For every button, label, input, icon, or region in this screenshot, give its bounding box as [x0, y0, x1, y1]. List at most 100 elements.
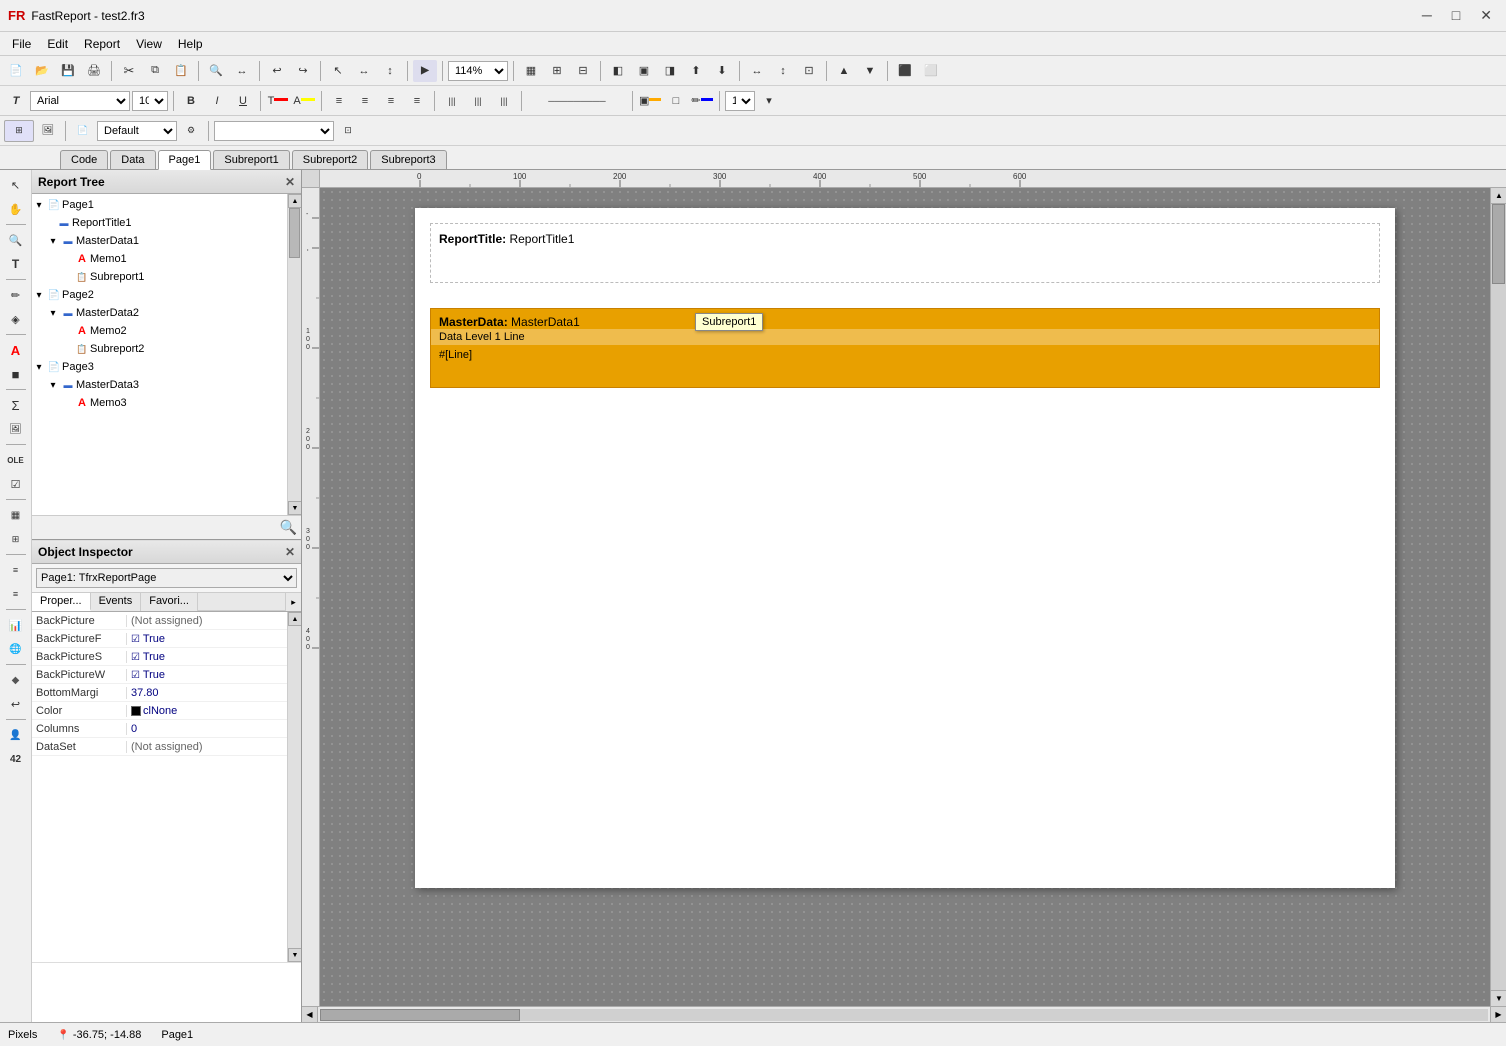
tree-item-page2[interactable]: ▾ 📄 Page2 — [32, 286, 301, 304]
oi-tab-favorites[interactable]: Favori... — [141, 593, 198, 611]
align-grid-btn[interactable]: ⊟ — [571, 60, 595, 82]
line-spacing2[interactable]: ||| — [466, 90, 490, 112]
checkbox-backpictures[interactable]: ☑ — [131, 652, 140, 663]
tree-scroll-thumb[interactable] — [289, 208, 300, 258]
tree-scroll-down[interactable]: ▼ — [288, 501, 301, 515]
zoom-tool[interactable]: 🔍 — [4, 229, 28, 251]
more-font-options[interactable]: ───────── — [527, 90, 627, 112]
new-button[interactable]: 📄 — [4, 60, 28, 82]
checkbox-backpicturef[interactable]: ☑ — [131, 634, 140, 645]
report-tree-close[interactable]: ✕ — [285, 175, 295, 189]
hand-tool[interactable]: ✋ — [4, 198, 28, 220]
fill-color-button[interactable]: ▣ — [638, 90, 662, 112]
grid-btn[interactable]: ▦ — [519, 60, 543, 82]
select-tool[interactable]: ↖ — [4, 174, 28, 196]
menu-view[interactable]: View — [128, 35, 170, 53]
tree-item-masterdata1[interactable]: ▾ ▬ MasterData1 — [32, 232, 301, 250]
paste-button[interactable]: 📋 — [169, 60, 193, 82]
size-btn[interactable]: ↕ — [378, 60, 402, 82]
bring-front-btn[interactable]: ▲ — [832, 60, 856, 82]
copy-button[interactable]: ⧉ — [143, 60, 167, 82]
tab-data[interactable]: Data — [110, 150, 155, 169]
print-button[interactable]: 🖨 — [82, 60, 106, 82]
fill-tool[interactable]: ◈ — [4, 308, 28, 330]
hash-tool[interactable]: 42 — [4, 748, 28, 770]
ungroup-btn[interactable]: ⬜ — [919, 60, 943, 82]
master-data-band[interactable]: MasterData: MasterData1 Data Level 1 Lin… — [430, 308, 1380, 388]
tab-code[interactable]: Code — [60, 150, 108, 169]
align-center-text[interactable]: ≡ — [353, 90, 377, 112]
align-right-btn[interactable]: ◨ — [658, 60, 682, 82]
line-spacing3[interactable]: ||| — [492, 90, 516, 112]
draw-tool[interactable]: ✏ — [4, 284, 28, 306]
data-mode-btn[interactable]: ⊞ — [4, 120, 34, 142]
globe-tool[interactable]: 🌐 — [4, 638, 28, 660]
align-center-btn[interactable]: ▣ — [632, 60, 656, 82]
title-bar-controls[interactable]: ─ □ ✕ — [1416, 5, 1498, 26]
canvas-vscroll-track[interactable] — [1491, 204, 1506, 990]
line-spacing1[interactable]: ||| — [440, 90, 464, 112]
tree-toggle-page3[interactable]: ▾ — [32, 362, 46, 373]
size-same-btn[interactable]: ⊡ — [797, 60, 821, 82]
menu-help[interactable]: Help — [170, 35, 211, 53]
tree-toggle-page1[interactable]: ▾ — [32, 200, 46, 211]
text-a-tool[interactable]: A — [4, 339, 28, 361]
align-justify-text[interactable]: ≡ — [405, 90, 429, 112]
group-btn[interactable]: ⬛ — [893, 60, 917, 82]
oi-tab-properties[interactable]: Proper... — [32, 593, 91, 611]
tree-toggle-md1[interactable]: ▾ — [46, 236, 60, 247]
grid2-btn[interactable]: ⊞ — [545, 60, 569, 82]
width-same-btn[interactable]: ↔ — [745, 60, 769, 82]
menu-file[interactable]: File — [4, 35, 39, 53]
cross-tool[interactable]: ⊞ — [4, 528, 28, 550]
tab-subreport1[interactable]: Subreport1 — [213, 150, 289, 169]
line-width-select[interactable]: 1 — [725, 91, 755, 111]
chart-tool[interactable]: 📊 — [4, 614, 28, 636]
oi-scroll-down[interactable]: ▼ — [288, 948, 301, 962]
list-tool[interactable]: ≡ — [4, 559, 28, 581]
canvas-hscrollbar[interactable]: ◀ ▶ — [302, 1006, 1506, 1022]
report-title-band[interactable]: ReportTitle: ReportTitle1 — [430, 223, 1380, 283]
canvas-vscrollbar[interactable]: ▲ ▼ — [1490, 188, 1506, 1006]
tree-item-page1[interactable]: ▾ 📄 Page1 — [32, 196, 301, 214]
tree-item-memo1[interactable]: A Memo1 — [32, 250, 301, 268]
canvas-scroll-down-btn[interactable]: ▼ — [1491, 990, 1506, 1006]
preview-btn[interactable]: ▶ — [413, 60, 437, 82]
object-select-btn[interactable]: ⊡ — [338, 120, 358, 142]
object-select[interactable] — [214, 121, 334, 141]
tree-item-masterdata2[interactable]: ▾ ▬ MasterData2 — [32, 304, 301, 322]
align-top-btn[interactable]: ⬆ — [684, 60, 708, 82]
tree-item-page3[interactable]: ▾ 📄 Page3 — [32, 358, 301, 376]
oi-scroll-track[interactable] — [288, 626, 301, 948]
move-btn[interactable]: ↔ — [352, 60, 376, 82]
tree-item-subreport1[interactable]: 📋 Subreport1 — [32, 268, 301, 286]
border-color-button[interactable]: □ — [664, 90, 688, 112]
align-bottom-btn[interactable]: ⬇ — [710, 60, 734, 82]
save-button[interactable]: 💾 — [56, 60, 80, 82]
data-img-btn[interactable]: 🖼 — [36, 120, 60, 142]
pen-color-button[interactable]: ✏ — [690, 90, 714, 112]
canvas-scroll-up-btn[interactable]: ▲ — [1491, 188, 1506, 204]
align-left-btn[interactable]: ◧ — [606, 60, 630, 82]
oi-close[interactable]: ✕ — [285, 545, 295, 559]
oi-tabs-scroll[interactable]: ▸ — [285, 593, 301, 611]
canvas-hscroll-thumb[interactable] — [320, 1009, 520, 1021]
diamond-tool[interactable]: ◆ — [4, 669, 28, 691]
text-tool[interactable]: T — [4, 253, 28, 275]
align-right-text[interactable]: ≡ — [379, 90, 403, 112]
tree-scroll-up[interactable]: ▲ — [288, 194, 301, 208]
prop-row-backpicturef[interactable]: BackPictureF ☑ True — [32, 630, 301, 648]
prop-row-bottommargi[interactable]: BottomMargi 37.80 — [32, 684, 301, 702]
checkbox-backpicturew[interactable]: ☑ — [131, 670, 140, 681]
find-button[interactable]: 🔍 — [204, 60, 228, 82]
line-width-dropdown[interactable]: ▾ — [757, 90, 781, 112]
oi-object-select[interactable]: Page1: TfrxReportPage — [36, 568, 297, 588]
canvas-vscroll-thumb[interactable] — [1492, 204, 1505, 284]
prop-row-backpicturew[interactable]: BackPictureW ☑ True — [32, 666, 301, 684]
cut-button[interactable]: ✂ — [117, 60, 141, 82]
tree-item-memo3[interactable]: A Memo3 — [32, 394, 301, 412]
rect-tool[interactable]: ■ — [4, 363, 28, 385]
prop-row-backpictures[interactable]: BackPictureS ☑ True — [32, 648, 301, 666]
arrow-tool[interactable]: ↩ — [4, 693, 28, 715]
italic-button[interactable]: I — [205, 90, 229, 112]
